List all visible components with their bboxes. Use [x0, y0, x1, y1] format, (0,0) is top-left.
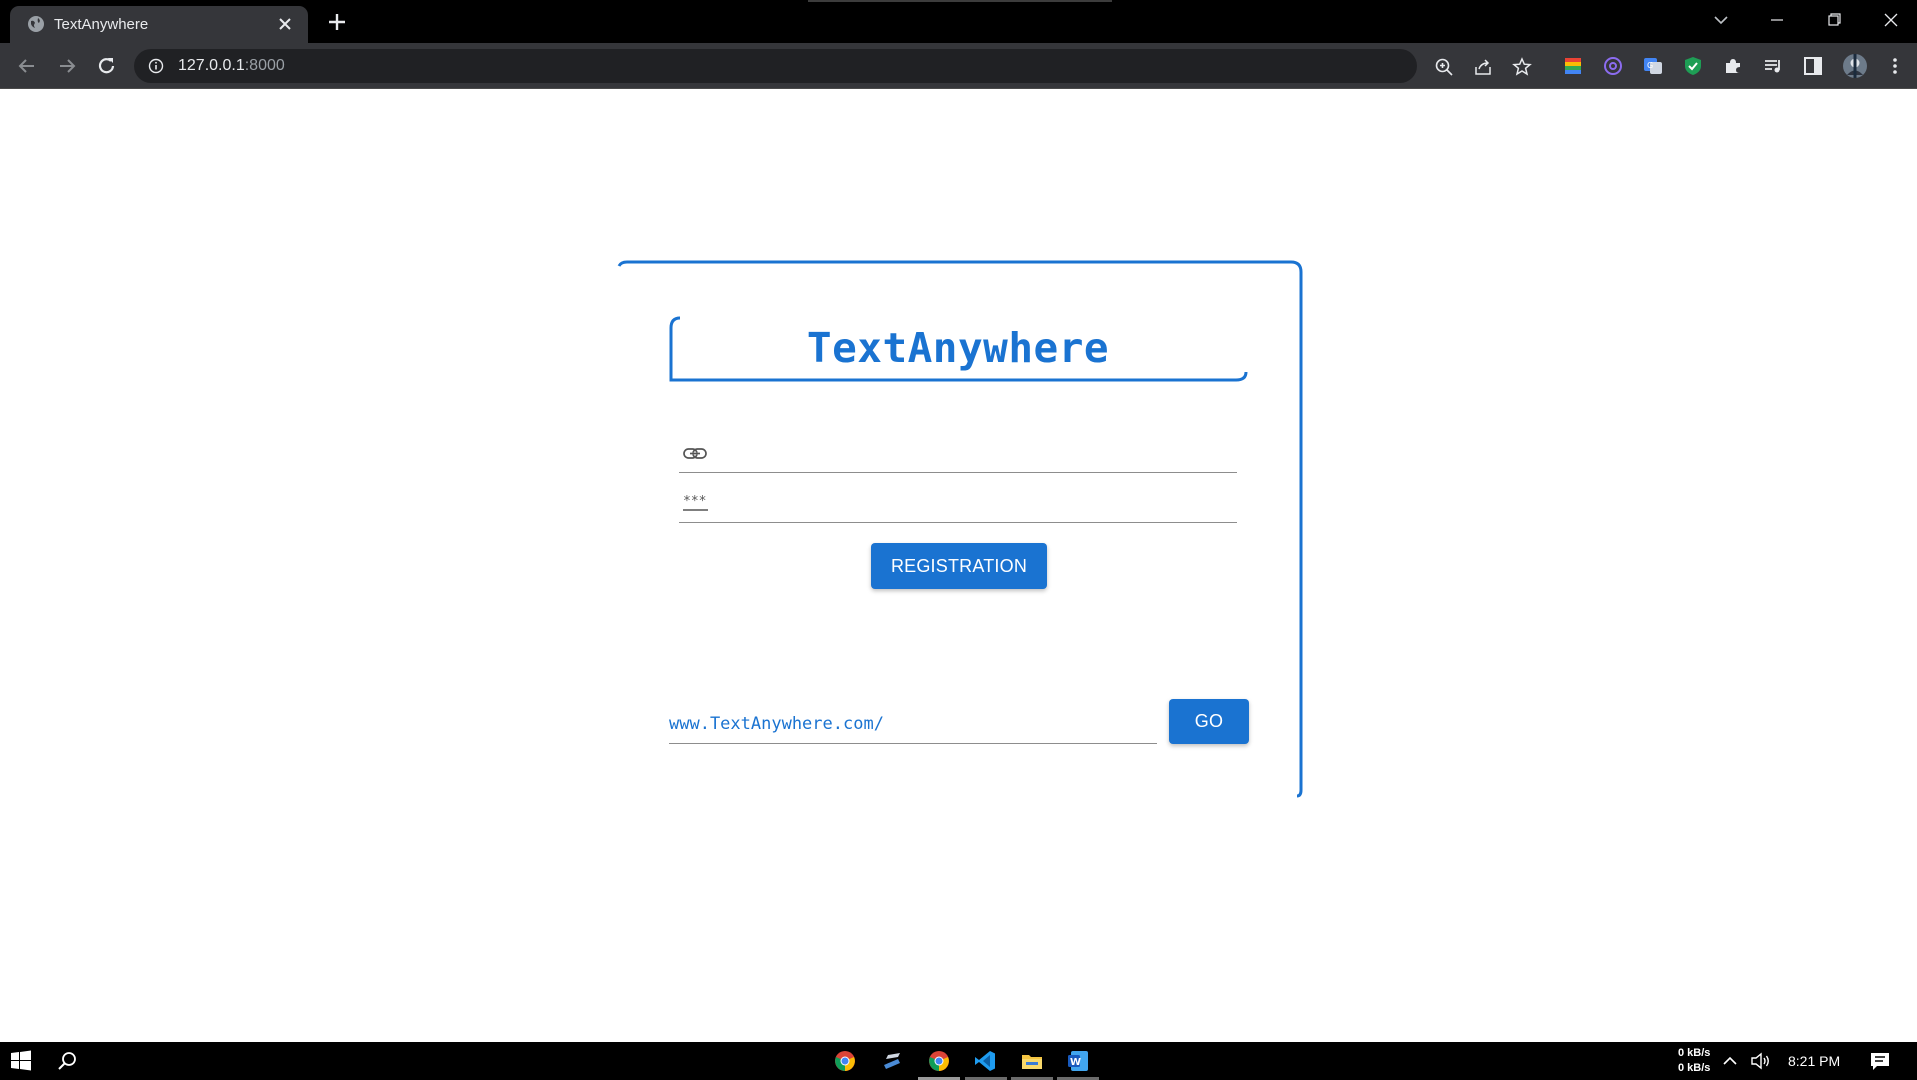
media-playlist-icon[interactable] — [1762, 55, 1784, 77]
registration-button[interactable]: REGISTRATION — [871, 543, 1047, 589]
tab-title: TextAnywhere — [54, 16, 149, 33]
system-clock[interactable]: 8:21 PM — [1788, 1053, 1840, 1069]
address-bar[interactable]: 127.0.0.1:8000 — [134, 49, 1532, 83]
windows-start-icon[interactable] — [9, 1049, 33, 1073]
network-upload-speed: 0 kB/s — [1678, 1047, 1711, 1059]
reload-icon[interactable] — [94, 53, 120, 79]
file-explorer-icon[interactable] — [1020, 1049, 1044, 1073]
textanywhere-url-field[interactable]: www.TextAnywhere.com/ — [669, 706, 1157, 744]
browser-toolbar: 127.0.0.1:8000 G — [0, 43, 1917, 89]
url-text[interactable]: 127.0.0.1:8000 — [178, 57, 285, 75]
volume-icon[interactable] — [1748, 1049, 1772, 1073]
close-window-icon[interactable] — [1877, 8, 1905, 32]
go-button[interactable]: GO — [1169, 699, 1249, 744]
globe-icon — [28, 16, 44, 32]
python-icon[interactable] — [880, 1049, 904, 1073]
tabstrip-drag-indicator — [808, 0, 1112, 2]
puzzle-extensions-icon[interactable] — [1722, 55, 1744, 77]
color-extension-icon[interactable] — [1562, 55, 1584, 77]
share-icon[interactable] — [1473, 57, 1493, 77]
site-info-icon[interactable] — [148, 58, 164, 74]
url-prefix: www.TextAnywhere.com/ — [669, 714, 884, 734]
url-port: :8000 — [244, 57, 285, 74]
side-panel-icon[interactable] — [1802, 55, 1824, 77]
password-icon: *** — [683, 494, 708, 511]
browser-tab[interactable]: TextAnywhere — [10, 6, 308, 43]
notifications-icon[interactable] — [1868, 1049, 1892, 1073]
word-icon[interactable]: W — [1066, 1049, 1090, 1073]
profile-avatar-icon[interactable] — [1842, 53, 1868, 79]
app-brand-title: TextAnywhere — [806, 324, 1110, 372]
url-suffix-input[interactable] — [904, 711, 1154, 739]
password-field[interactable]: *** — [679, 483, 1237, 523]
password-input[interactable] — [719, 489, 1229, 517]
link-icon — [683, 448, 707, 459]
chevron-up-icon[interactable] — [1721, 1049, 1739, 1073]
windows-taskbar: W 0 kB/s 0 kB/s 8:21 PM — [0, 1042, 1917, 1080]
search-icon[interactable] — [56, 1049, 80, 1073]
translate-extension-icon[interactable]: G — [1642, 55, 1664, 77]
back-icon[interactable] — [14, 53, 40, 79]
close-tab-icon[interactable] — [276, 15, 294, 33]
browser-menu-icon[interactable] — [1884, 55, 1906, 77]
forward-icon[interactable] — [54, 53, 80, 79]
at-sign-extension-icon[interactable] — [1602, 55, 1624, 77]
network-download-speed: 0 kB/s — [1678, 1062, 1711, 1074]
tab-search-icon[interactable] — [1707, 8, 1735, 32]
zoom-icon[interactable] — [1434, 57, 1454, 77]
chrome-alt-icon[interactable] — [833, 1049, 857, 1073]
vscode-icon[interactable] — [973, 1049, 997, 1073]
svg-text:W: W — [1070, 1057, 1081, 1068]
link-input[interactable] — [719, 439, 1229, 467]
chrome-icon[interactable] — [927, 1049, 951, 1073]
svg-text:G: G — [1647, 61, 1653, 70]
minimize-icon[interactable] — [1763, 8, 1791, 32]
svg-text:***: *** — [683, 494, 706, 509]
restore-icon[interactable] — [1820, 8, 1848, 32]
new-tab-icon[interactable] — [325, 10, 349, 34]
shield-extension-icon[interactable] — [1682, 55, 1704, 77]
link-field[interactable] — [679, 433, 1237, 473]
url-host: 127.0.0.1 — [178, 57, 245, 74]
browser-titlebar: TextAnywhere — [0, 0, 1917, 43]
bookmark-star-icon[interactable] — [1512, 57, 1532, 77]
